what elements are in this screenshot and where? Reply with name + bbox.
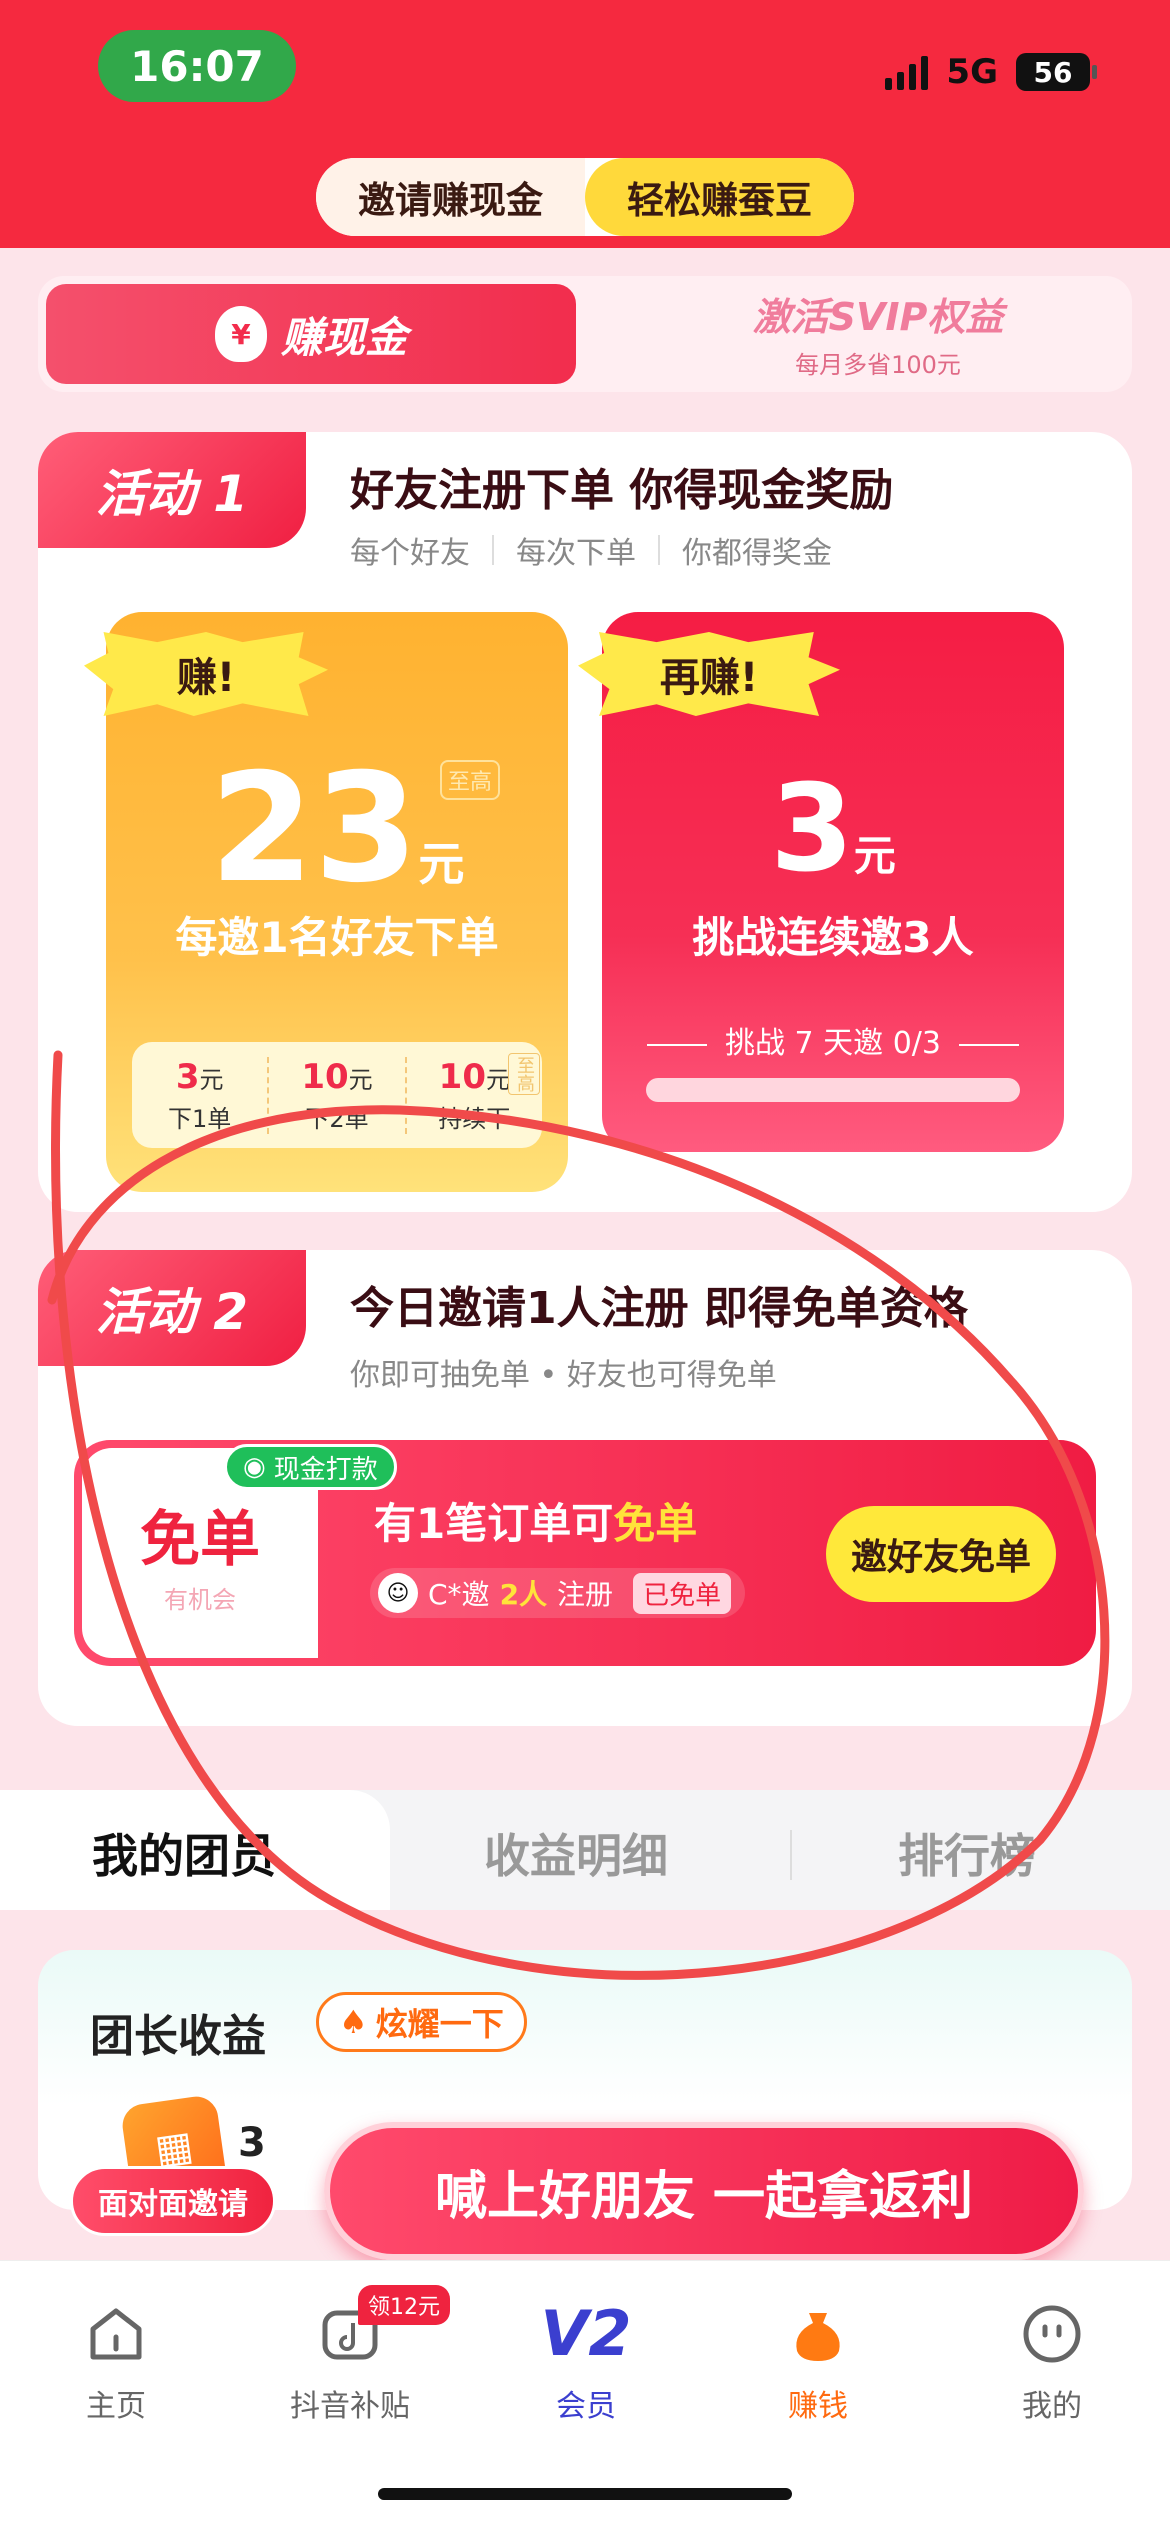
- earn-cash-option[interactable]: ¥ 赚现金: [46, 284, 576, 384]
- free-order-chance: 有机会: [164, 1586, 236, 1614]
- reward-tiers: 3元 下1单 10元 下2单 10元 持续下 至高: [132, 1042, 542, 1148]
- avatar: ☺: [378, 1573, 418, 1613]
- coupon-badge: 领12元: [358, 2285, 450, 2325]
- earn-cash-label: 赚现金: [280, 312, 407, 362]
- activity-2-card: 活动 2 今日邀请1人注册 即得免单资格 你即可抽免单 • 好友也可得免单 免单…: [38, 1250, 1132, 1726]
- battery-icon: 56: [1016, 53, 1097, 91]
- svip-title: 激活SVIP权益: [752, 295, 1004, 339]
- activity-1-subtitle: 每个好友 每次下单 你都得奖金: [350, 528, 832, 572]
- challenge-progress-bar: [646, 1078, 1020, 1102]
- cash-payout-tag: ◉ 现金打款: [224, 1444, 397, 1490]
- tier-item: 10元 下2单: [269, 1056, 407, 1134]
- svip-subtitle: 每月多省100元: [795, 351, 961, 379]
- nav-member[interactable]: V2 会员: [506, 2301, 666, 2425]
- svip-option[interactable]: 激活SVIP权益 每月多省100元: [638, 286, 1118, 380]
- leader-earnings-title: 团长收益: [90, 2011, 266, 2062]
- tab-invite-cash[interactable]: 邀请赚现金: [316, 158, 585, 236]
- earn-again-burst-label: 再赚!: [578, 632, 840, 716]
- activity-1-title: 好友注册下单 你得现金奖励: [350, 465, 894, 516]
- tier-item: 3元 下1单: [132, 1056, 270, 1134]
- wechat-icon: ◉: [243, 1452, 266, 1482]
- activity-2-badge: 活动 2: [38, 1250, 306, 1366]
- activity-1-sub-item: 每个好友: [350, 536, 470, 571]
- activity-2-title: 今日邀请1人注册 即得免单资格: [350, 1283, 968, 1334]
- tier-item: 10元 持续下 至高: [407, 1052, 542, 1134]
- freed-tag: 已免单: [633, 1572, 732, 1614]
- v2-icon: V2: [540, 2297, 632, 2370]
- challenge-status: 挑战 7 天邀 0/3: [602, 1018, 1064, 1062]
- tab-my-members[interactable]: 我的团员: [92, 1820, 276, 1886]
- status-time: 16:07: [98, 30, 296, 102]
- tier-max-tag: 至高: [507, 1052, 540, 1095]
- free-order-banner[interactable]: 免单 有机会 ◉ 现金打款 有1笔订单可免单 ☺ C*邀 2人 注册 已免单 邀…: [74, 1440, 1096, 1666]
- free-order-title: 有1笔订单可免单: [374, 1499, 698, 1548]
- activity-1-badge: 活动 1: [38, 432, 306, 548]
- top-tab-bar: 邀请赚现金 轻松赚蚕豆: [316, 158, 854, 236]
- tab-earn-beans[interactable]: 轻松赚蚕豆: [585, 158, 854, 236]
- tab-leaderboard[interactable]: 排行榜: [898, 1820, 1036, 1886]
- reward-amount: 23元: [209, 742, 465, 916]
- invite-friends-cta[interactable]: 喊上好朋友 一起拿返利: [324, 2122, 1084, 2260]
- signal-icon: [885, 54, 929, 90]
- invite-free-button[interactable]: 邀好友免单: [826, 1506, 1056, 1602]
- earn-burst-label: 赚!: [84, 632, 328, 716]
- nav-earn[interactable]: 赚钱: [738, 2301, 898, 2425]
- show-off-button[interactable]: ♠ 炫耀一下: [316, 1992, 527, 2052]
- challenge-amount: 3元: [770, 760, 896, 899]
- nav-profile[interactable]: 我的: [972, 2301, 1132, 2425]
- activity-2-subtitle: 你即可抽免单 • 好友也可得免单: [350, 1358, 777, 1393]
- nav-home[interactable]: 主页: [36, 2301, 196, 2425]
- money-bag-icon: ¥: [214, 306, 267, 362]
- free-order-info: ☺ C*邀 2人 注册 已免单: [370, 1568, 746, 1618]
- activity-1-sub-item: 你都得奖金: [682, 536, 832, 571]
- member-tab-bar: 我的团员 收益明细 排行榜: [0, 1790, 1170, 1910]
- header-bar: 16:07 5G 56 邀请赚现金 轻松赚蚕豆: [0, 0, 1170, 248]
- home-icon: [83, 2301, 149, 2367]
- activity-1-card: 活动 1 好友注册下单 你得现金奖励 每个好友 每次下单 你都得奖金 至高 23…: [38, 432, 1132, 1212]
- profile-icon: [1019, 2301, 1085, 2367]
- challenge-desc: 挑战连续邀3人: [692, 913, 974, 962]
- network-type: 5G: [946, 52, 998, 92]
- reward-desc: 每邀1名好友下单: [175, 913, 499, 962]
- face-to-face-label: 面对面邀请: [70, 2166, 276, 2236]
- home-indicator: [378, 2488, 792, 2500]
- tab-earnings-detail[interactable]: 收益明细: [484, 1820, 668, 1886]
- status-indicators: 5G 56: [885, 52, 1097, 92]
- money-bag-icon: [785, 2301, 851, 2367]
- activity-1-sub-item: 每次下单: [516, 536, 636, 571]
- face-to-face-invite[interactable]: ▦ 面对面邀请: [70, 2093, 276, 2238]
- earn-mode-switch: ¥ 赚现金 激活SVIP权益 每月多省100元: [38, 276, 1132, 392]
- nav-douyin-subsidy[interactable]: 领12元 抖音补贴: [270, 2285, 450, 2425]
- spade-icon: ♠: [339, 2003, 368, 2041]
- free-order-label: 免单: [140, 1505, 260, 1575]
